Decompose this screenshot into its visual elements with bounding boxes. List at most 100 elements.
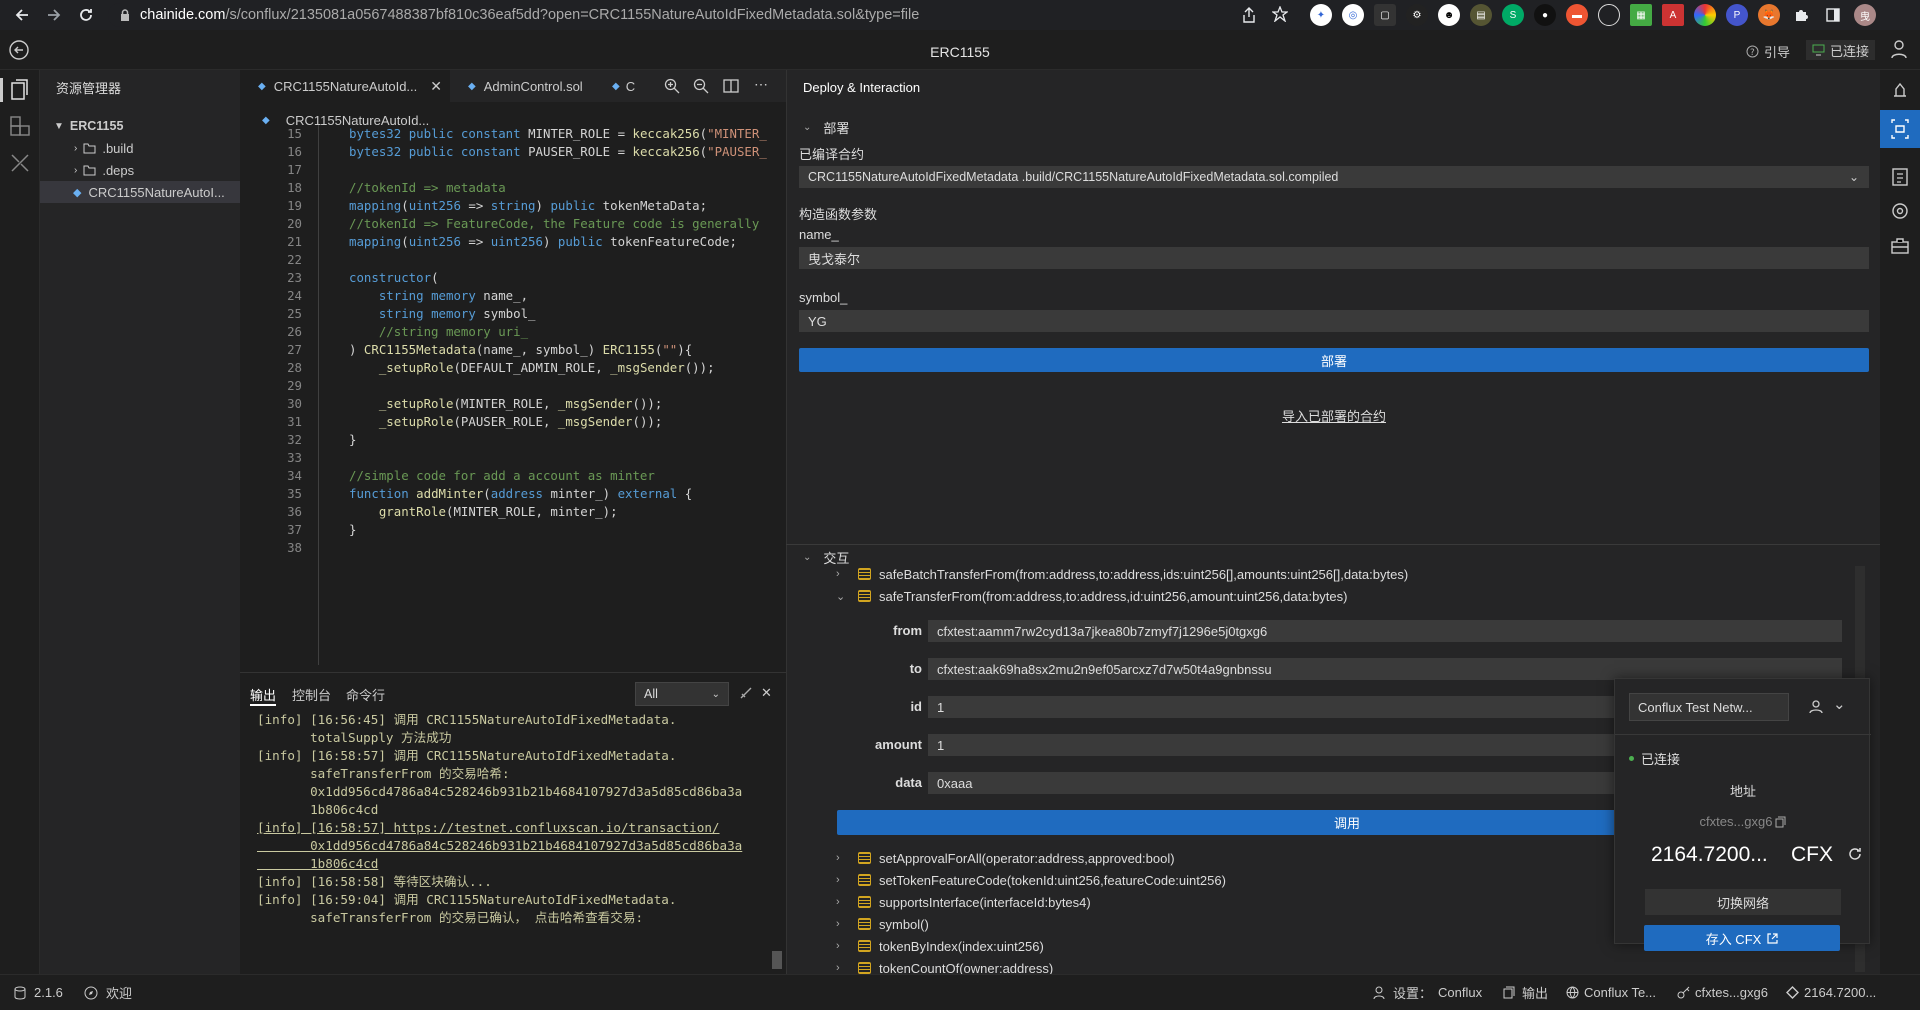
code-line[interactable]: 22 bbox=[240, 251, 786, 269]
symbol-input[interactable]: YG bbox=[799, 310, 1869, 332]
user-icon[interactable] bbox=[1890, 39, 1908, 59]
code-line[interactable]: 36 grantRole(MINTER_ROLE, minter_); bbox=[240, 503, 786, 521]
function-item-expanded[interactable]: ⌄ safeTransferFrom(from:address,to:addre… bbox=[836, 585, 1347, 607]
plugins-icon[interactable] bbox=[9, 116, 31, 138]
guide-button[interactable]: ? 引导 bbox=[1746, 42, 1790, 61]
tab-console[interactable]: 控制台 bbox=[292, 685, 331, 704]
code-line[interactable]: 32} bbox=[240, 431, 786, 449]
tool-icon[interactable] bbox=[1891, 80, 1909, 98]
log-line[interactable]: 0x1dd956cd4786a84c528246b931b21b46841079… bbox=[257, 837, 742, 855]
function-item[interactable]: › supportsInterface(interfaceId:bytes4) bbox=[836, 891, 1091, 913]
tab-terminal[interactable]: 命令行 bbox=[346, 685, 385, 704]
connection-status-button[interactable]: 已连接 bbox=[1806, 40, 1876, 60]
clipboard-icon[interactable] bbox=[1891, 166, 1909, 186]
clear-output-icon[interactable] bbox=[739, 686, 753, 700]
extension-icon[interactable]: ▢ bbox=[1374, 4, 1396, 26]
code-line[interactable]: 28 _setupRole(DEFAULT_ADMIN_ROLE, _msgSe… bbox=[240, 359, 786, 377]
code-line[interactable]: 35 function addMinter(address minter_) ex… bbox=[240, 485, 786, 503]
files-icon[interactable] bbox=[9, 79, 31, 101]
metamask-icon[interactable]: 🦊 bbox=[1758, 4, 1780, 26]
extension-icon[interactable]: ● bbox=[1534, 4, 1556, 26]
output-item[interactable]: 输出 bbox=[1503, 975, 1548, 1010]
extension-icon[interactable]: ▦ bbox=[1630, 4, 1652, 26]
tree-item-contract-file[interactable]: ◆ CRC1155NatureAutoI... bbox=[40, 181, 240, 203]
deploy-tool-tab[interactable] bbox=[1880, 110, 1920, 148]
git-icon[interactable] bbox=[9, 152, 31, 174]
network-item[interactable]: Conflux Te... bbox=[1566, 975, 1656, 1010]
section-deploy-toggle[interactable]: ⌄ 部署 bbox=[803, 118, 849, 137]
code-line[interactable]: 17 bbox=[240, 161, 786, 179]
extension-icon[interactable]: ◎ bbox=[1342, 4, 1364, 26]
code-line[interactable]: 27) CRC1155Metadata(name_, symbol_) ERC1… bbox=[240, 341, 786, 359]
code-line[interactable]: 38 bbox=[240, 539, 786, 557]
code-line[interactable]: 30 _setupRole(MINTER_ROLE, _msgSender())… bbox=[240, 395, 786, 413]
scrollbar-thumb[interactable] bbox=[772, 951, 782, 969]
tab-admincontrol[interactable]: ◆ AdminControl.sol bbox=[450, 70, 600, 102]
close-icon[interactable]: ✕ bbox=[430, 78, 442, 95]
extension-icon[interactable]: ✦ bbox=[1310, 4, 1332, 26]
code-line[interactable]: 25 string memory symbol_ bbox=[240, 305, 786, 323]
log-line[interactable]: [info] [16:58:57] https://testnet.conflu… bbox=[257, 819, 720, 837]
compiled-contract-select[interactable]: CRC1155NatureAutoIdFixedMetadata .build/… bbox=[799, 166, 1869, 188]
welcome-item[interactable]: 欢迎 bbox=[84, 975, 132, 1010]
name-input[interactable]: 曳戈泰尔 bbox=[799, 247, 1869, 269]
forward-icon[interactable] bbox=[40, 0, 68, 30]
address-bar[interactable]: chainide.com/s/conflux/2135081a056748838… bbox=[108, 3, 1280, 27]
code-lines[interactable]: 15 bytes32 public constant MINTER_ROLE = … bbox=[240, 125, 786, 665]
function-item[interactable]: › tokenByIndex(index:uint256) bbox=[836, 935, 1044, 957]
extension-icon[interactable]: A bbox=[1662, 4, 1684, 26]
refresh-icon[interactable] bbox=[1847, 846, 1863, 862]
code-line[interactable]: 29 bbox=[240, 377, 786, 395]
function-item[interactable]: › safeBatchTransferFrom(from:address,to:… bbox=[836, 563, 1408, 585]
code-line[interactable]: 23 constructor( bbox=[240, 269, 786, 287]
deposit-cfx-button[interactable]: 存入 CFX bbox=[1644, 925, 1840, 951]
param-input[interactable]: cfxtest:aak69ha8sx2mu2n9ef05arcxz7d7w50t… bbox=[928, 658, 1842, 680]
tree-item-build[interactable]: › .build bbox=[40, 137, 240, 159]
function-item[interactable]: › setTokenFeatureCode(tokenId:uint256,fea… bbox=[836, 869, 1226, 891]
extension-icon[interactable] bbox=[1694, 4, 1716, 26]
tab-overflow[interactable]: ◆ C bbox=[600, 70, 635, 102]
code-line[interactable]: 34 //simple code for add a account as min… bbox=[240, 467, 786, 485]
more-icon[interactable]: ⋯ bbox=[754, 76, 768, 93]
param-input[interactable]: cfxtest:aamm7rw2cyd13a7jkea80b7zmyf7j129… bbox=[928, 620, 1842, 642]
zoom-out-icon[interactable] bbox=[693, 78, 709, 94]
chevron-down-icon[interactable]: ⌄ bbox=[1833, 695, 1846, 713]
function-item[interactable]: › setApprovalForAll(operator:address,appr… bbox=[836, 847, 1175, 869]
extension-icon[interactable]: ☻ bbox=[1438, 4, 1460, 26]
code-line[interactable]: 26 //string memory uri_ bbox=[240, 323, 786, 341]
puzzle-icon[interactable] bbox=[1790, 4, 1812, 26]
function-item[interactable]: › symbol() bbox=[836, 913, 929, 935]
sidepanel-icon[interactable] bbox=[1822, 4, 1844, 26]
code-line[interactable]: 24 string memory name_, bbox=[240, 287, 786, 305]
log-line[interactable]: 1b806c4cd bbox=[257, 855, 378, 873]
switch-network-button[interactable]: 切换网络 bbox=[1645, 889, 1841, 915]
code-line[interactable]: 20 //tokenId => FeatureCode, the Feature … bbox=[240, 215, 786, 233]
zoom-in-icon[interactable] bbox=[664, 78, 680, 94]
share-icon[interactable] bbox=[1242, 7, 1256, 23]
import-deployed-link[interactable]: 导入已部署的合约 bbox=[799, 406, 1869, 425]
profile-avatar[interactable]: 曳 bbox=[1854, 4, 1876, 26]
toolbox-icon[interactable] bbox=[1891, 238, 1909, 254]
extension-icon[interactable]: ▤ bbox=[1470, 4, 1492, 26]
log-filter-select[interactable]: All ⌄ bbox=[635, 682, 729, 706]
code-line[interactable]: 16 bytes32 public constant PAUSER_ROLE = … bbox=[240, 143, 786, 161]
code-line[interactable]: 19 mapping(uint256 => string) public toke… bbox=[240, 197, 786, 215]
account-icon[interactable] bbox=[1809, 699, 1823, 714]
tree-item-deps[interactable]: › .deps bbox=[40, 159, 240, 181]
reload-icon[interactable] bbox=[72, 0, 100, 30]
back-icon[interactable] bbox=[8, 0, 36, 30]
bookmark-star-icon[interactable] bbox=[1272, 6, 1288, 22]
deploy-button[interactable]: 部署 bbox=[799, 348, 1869, 372]
extension-icon[interactable] bbox=[1598, 4, 1620, 26]
code-line[interactable]: 18 //tokenId => metadata bbox=[240, 179, 786, 197]
close-icon[interactable]: ✕ bbox=[761, 685, 772, 701]
copy-icon[interactable] bbox=[1775, 816, 1786, 828]
extension-icon[interactable]: P bbox=[1726, 4, 1748, 26]
code-line[interactable]: 31 _setupRole(PAUSER_ROLE, _msgSender())… bbox=[240, 413, 786, 431]
settings-icon[interactable] bbox=[1891, 202, 1909, 220]
extension-icon[interactable]: S bbox=[1502, 4, 1524, 26]
code-line[interactable]: 33 bbox=[240, 449, 786, 467]
version-info[interactable]: 2.1.6 bbox=[14, 975, 63, 1010]
extension-icon[interactable]: ▬ bbox=[1566, 4, 1588, 26]
code-line[interactable]: 15 bytes32 public constant MINTER_ROLE = … bbox=[240, 125, 786, 143]
